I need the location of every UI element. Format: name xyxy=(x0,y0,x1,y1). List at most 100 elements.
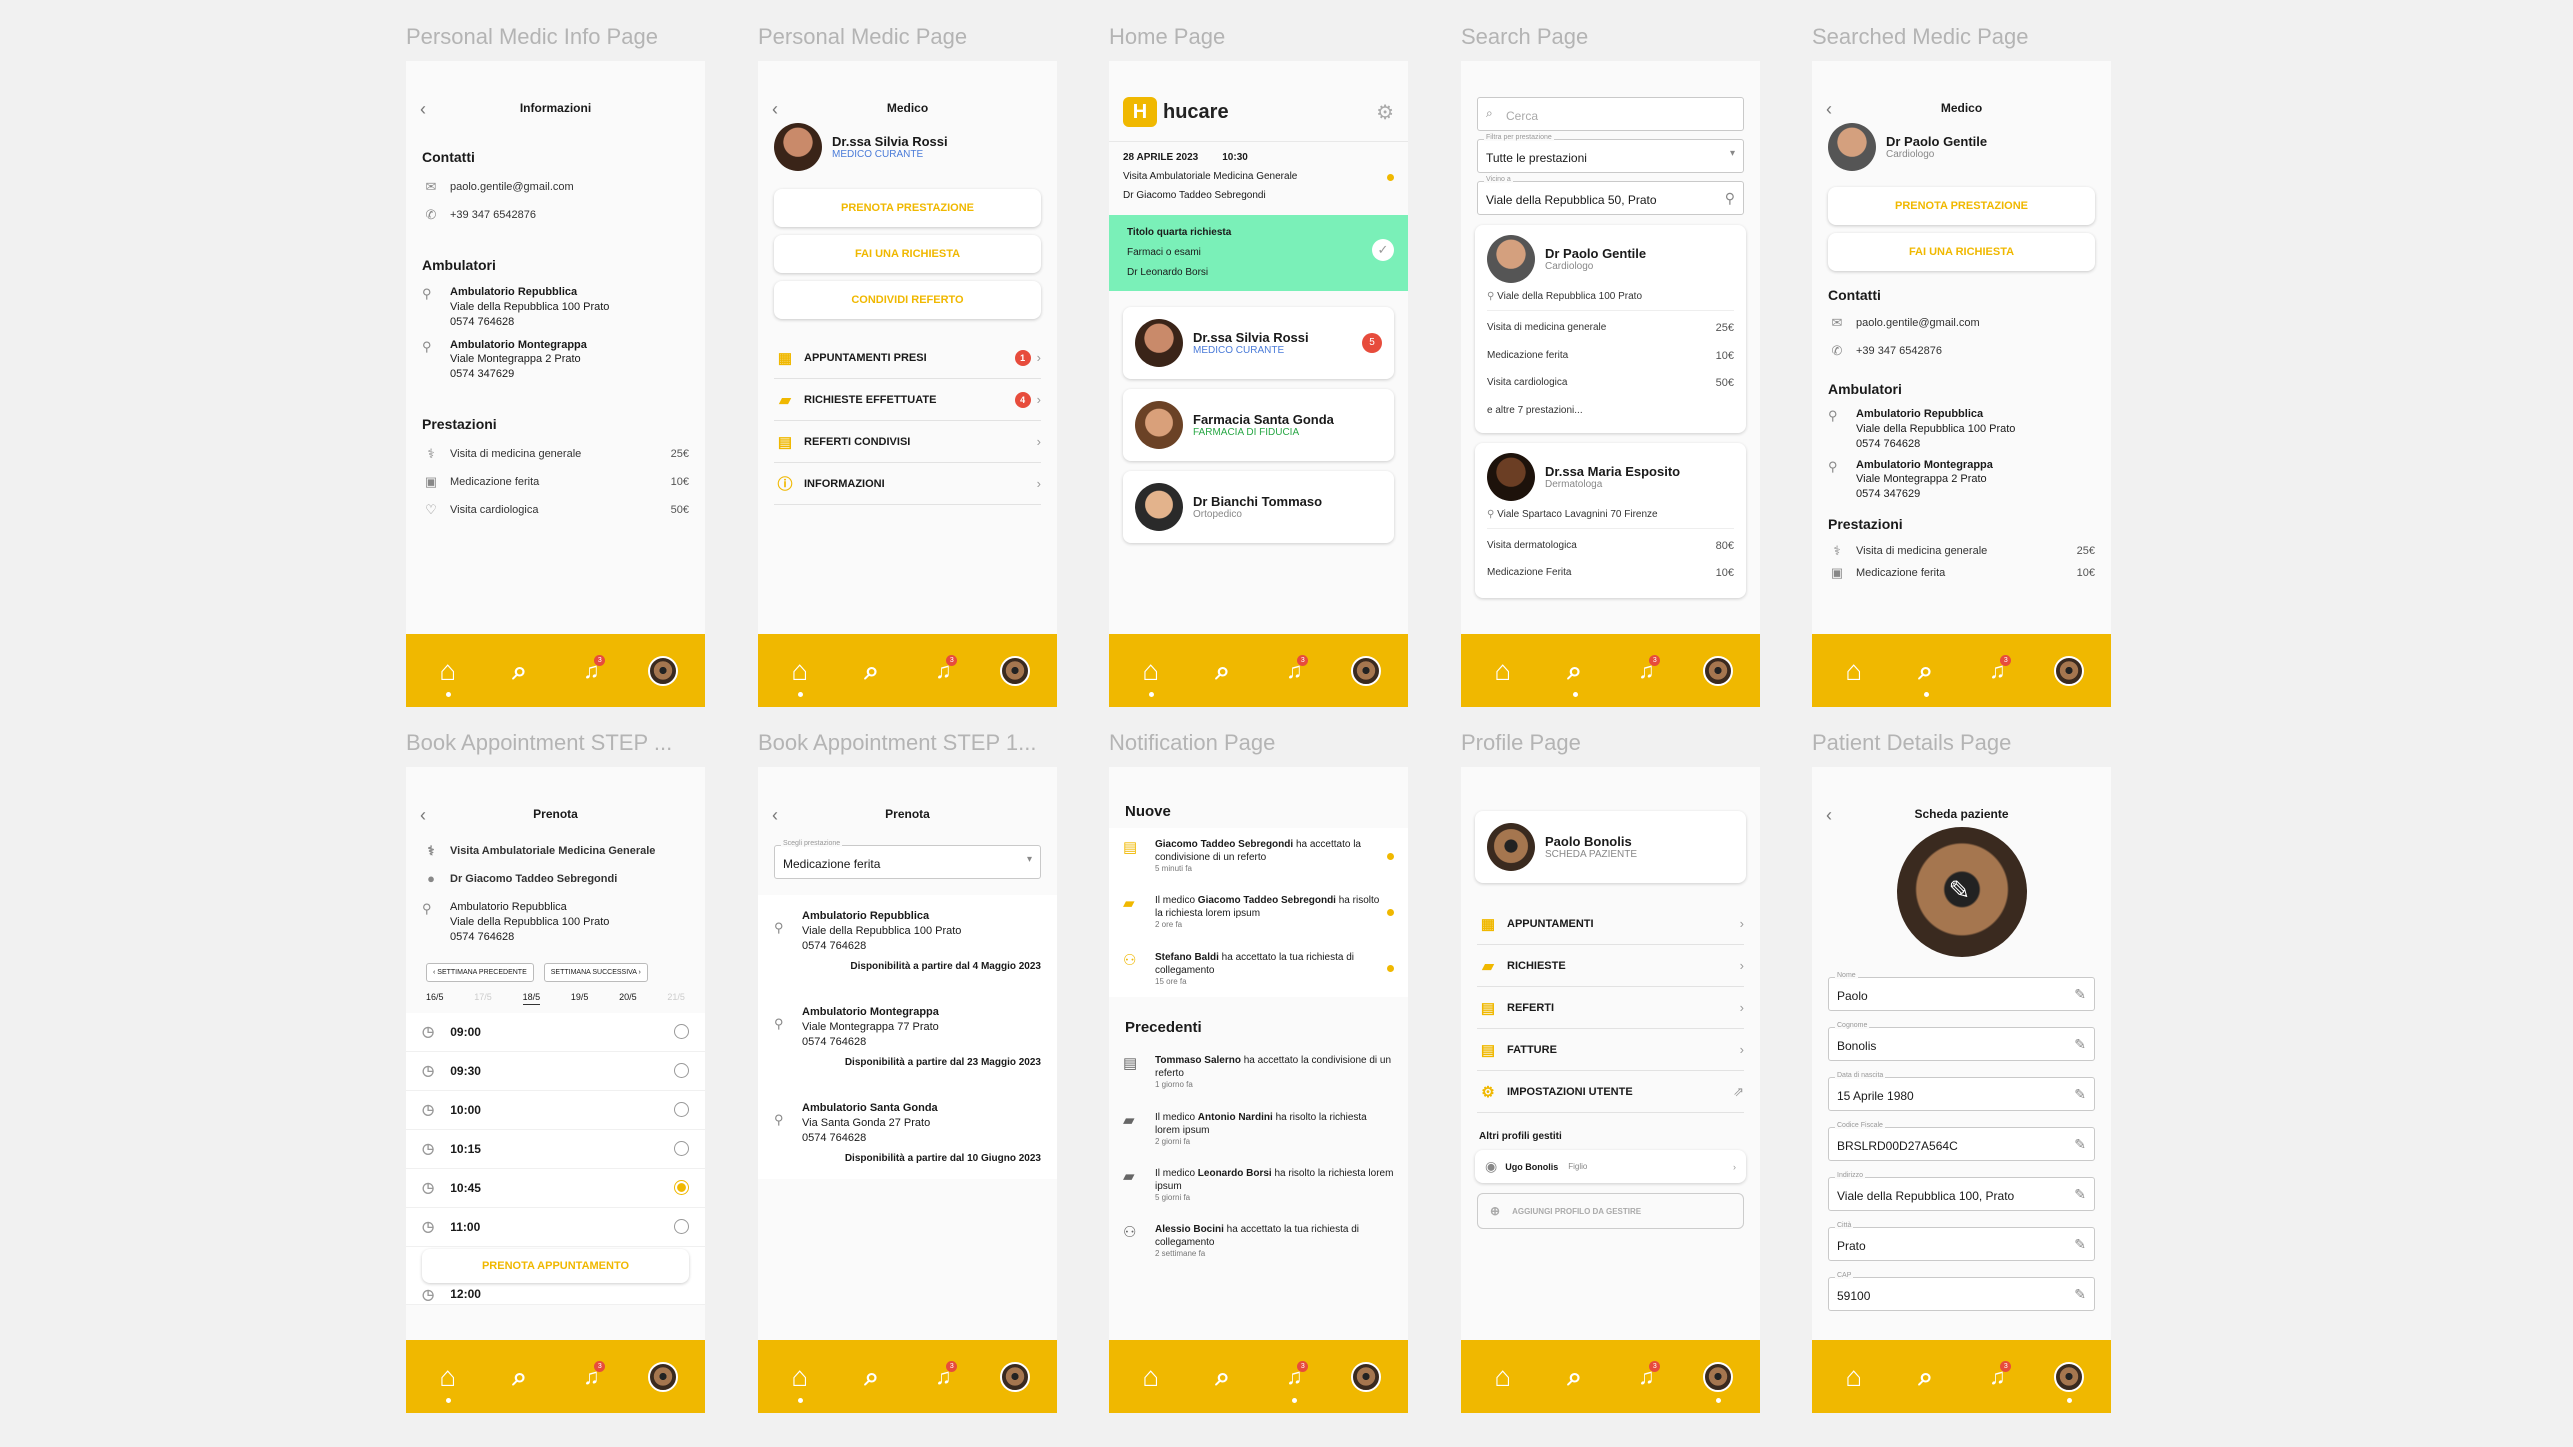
nav-home[interactable]: ⌂ xyxy=(1131,651,1171,697)
nav-search[interactable]: ⌕ xyxy=(1906,651,1946,697)
edit-icon[interactable]: ✎ xyxy=(2074,1086,2086,1103)
phone[interactable]: +39 347 6542876 xyxy=(450,209,536,221)
back-icon[interactable]: ‹ xyxy=(420,99,426,120)
nav-bell[interactable]: ♫ 3 xyxy=(1274,1357,1314,1403)
notification-item[interactable]: ▰ Il medico Antonio Nardini ha risolto la… xyxy=(1109,1101,1408,1157)
confirm-booking-button[interactable]: PRENOTA APPUNTAMENTO xyxy=(422,1248,689,1283)
nav-home[interactable]: ⌂ xyxy=(780,651,820,697)
radio-button[interactable] xyxy=(674,1219,689,1235)
patient-field[interactable]: Nome Paolo ✎ xyxy=(1828,972,2095,1011)
notification-item[interactable]: ⚇ Stefano Baldi ha accettato la tua richi… xyxy=(1109,941,1408,997)
day-tab-selected[interactable]: 18/5 xyxy=(522,992,541,1005)
request-button[interactable]: FAI UNA RICHIESTA xyxy=(774,235,1041,273)
nav-bell[interactable]: ♫ 3 xyxy=(1274,651,1314,691)
time-slot[interactable]: ◷ 12:00 xyxy=(406,1285,705,1305)
nav-search[interactable]: ⌕ xyxy=(500,1357,540,1397)
menu-requests[interactable]: ▰ RICHIESTE › xyxy=(1477,945,1744,987)
add-profile-button[interactable]: ⊕ AGGIUNGI PROFILO DA GESTIRE xyxy=(1477,1193,1744,1229)
search-input[interactable]: ⌕ Cerca xyxy=(1477,97,1744,131)
profile-photo[interactable]: ✎ xyxy=(1896,827,2027,957)
menu-reports[interactable]: ▤ REFERTI CONDIVISI › xyxy=(774,421,1041,463)
time-slot[interactable]: ◷ 10:00 xyxy=(406,1091,705,1130)
doctor-card[interactable]: Dr.ssa Silvia Rossi MEDICO CURANTE 5 xyxy=(1123,307,1394,379)
notification-item[interactable]: ▤ Giacomo Taddeo Sebregondi ha accettato … xyxy=(1109,828,1408,884)
location-field[interactable]: Vicino a Viale della Repubblica 50, Prato… xyxy=(1477,176,1744,215)
clinic-option[interactable]: ⚲ Ambulatorio Repubblica Viale della Repub… xyxy=(758,901,1057,981)
notification-item[interactable]: ▰ Il medico Leonardo Borsi ha risolto la … xyxy=(1109,1157,1408,1213)
nav-bell[interactable]: ♫ 3 xyxy=(1977,1357,2017,1397)
nav-profile[interactable] xyxy=(995,1357,1035,1397)
email[interactable]: paolo.gentile@gmail.com xyxy=(1856,317,1980,329)
next-week-button[interactable]: SETTIMANA SUCCESSIVA › xyxy=(543,962,648,982)
menu-requests[interactable]: ▰ RICHIESTE EFFETTUATE 4 › xyxy=(774,379,1041,421)
clinic-option[interactable]: ⚲ Ambulatorio Santa Gonda Via Santa Gonda … xyxy=(758,1093,1057,1173)
menu-appointments[interactable]: ▦ APPUNTAMENTI › xyxy=(1477,903,1744,945)
nav-bell[interactable]: ♫ 3 xyxy=(1626,1357,1666,1397)
back-icon[interactable]: ‹ xyxy=(772,99,778,120)
patient-field[interactable]: Cognome Bonolis ✎ xyxy=(1828,1022,2095,1061)
edit-photo-icon[interactable]: ✎ xyxy=(1949,875,1971,906)
share-report-button[interactable]: CONDIVIDI REFERTO xyxy=(774,281,1041,319)
notification-item[interactable]: ▰ Il medico Giacomo Taddeo Sebregondi ha … xyxy=(1109,884,1408,940)
prev-week-button[interactable]: ‹ SETTIMANA PRECEDENTE xyxy=(426,962,534,982)
nav-search[interactable]: ⌕ xyxy=(1906,1357,1946,1397)
nav-bell[interactable]: ♫ 3 xyxy=(1626,651,1666,691)
nav-search[interactable]: ⌕ xyxy=(500,651,540,691)
radio-button-selected[interactable] xyxy=(674,1180,689,1196)
gear-icon[interactable]: ⚙ xyxy=(1376,100,1394,125)
nav-profile[interactable] xyxy=(1346,651,1386,691)
time-slot[interactable]: ◷ 09:30 xyxy=(406,1052,705,1091)
patient-field[interactable]: Città Prato ✎ xyxy=(1828,1222,2095,1261)
nav-home[interactable]: ⌂ xyxy=(1483,651,1523,691)
back-icon[interactable]: ‹ xyxy=(772,805,778,826)
time-slot[interactable]: ◷ 10:15 xyxy=(406,1130,705,1169)
result-card[interactable]: Dr.ssa Maria Esposito Dermatologa ⚲ Viale… xyxy=(1475,442,1746,598)
pharmacy-card[interactable]: Farmacia Santa Gonda FARMACIA DI FIDUCIA xyxy=(1123,389,1394,461)
day-tab[interactable]: 19/5 xyxy=(571,992,589,1005)
notification-item[interactable]: ▤ Tommaso Salerno ha accettato la condivi… xyxy=(1109,1044,1408,1100)
nav-profile[interactable] xyxy=(995,651,1035,691)
time-slot-selected[interactable]: ◷ 10:45 xyxy=(406,1169,705,1208)
menu-reports[interactable]: ▤ REFERTI › xyxy=(1477,987,1744,1029)
day-tab[interactable]: 16/5 xyxy=(426,992,444,1005)
nav-profile[interactable] xyxy=(1698,1357,1738,1403)
nav-home[interactable]: ⌂ xyxy=(1834,651,1874,691)
edit-icon[interactable]: ✎ xyxy=(2074,986,2086,1003)
nav-profile[interactable] xyxy=(1346,1357,1386,1397)
service-select[interactable]: Scegli prestazione Medicazione ferita ▾ xyxy=(774,840,1041,879)
patient-field[interactable]: Codice Fiscale BRSLRD00D27A564C ✎ xyxy=(1828,1122,2095,1161)
menu-invoices[interactable]: ▤ FATTURE › xyxy=(1477,1029,1744,1071)
nav-home[interactable]: ⌂ xyxy=(1834,1357,1874,1397)
radio-button[interactable] xyxy=(674,1024,689,1040)
radio-button[interactable] xyxy=(674,1063,689,1079)
back-icon[interactable]: ‹ xyxy=(1826,99,1832,120)
request-button[interactable]: FAI UNA RICHIESTA xyxy=(1828,233,2095,271)
patient-field[interactable]: Data di nascita 15 Aprile 1980 ✎ xyxy=(1828,1072,2095,1111)
nav-bell[interactable]: ♫ 3 xyxy=(1977,651,2017,691)
nav-profile[interactable] xyxy=(643,651,683,691)
clinic-option[interactable]: ⚲ Ambulatorio Montegrappa Viale Montegrapp… xyxy=(758,997,1057,1077)
menu-appointments[interactable]: ▦ APPUNTAMENTI PRESI 1 › xyxy=(774,337,1041,379)
time-slot[interactable]: ◷ 09:00 xyxy=(406,1013,705,1052)
phone[interactable]: +39 347 6542876 xyxy=(1856,345,1942,357)
nav-search[interactable]: ⌕ xyxy=(1203,651,1243,691)
time-slot[interactable]: ◷ 11:00 xyxy=(406,1208,705,1247)
menu-settings[interactable]: ⚙ IMPOSTAZIONI UTENTE ⇗ xyxy=(1477,1071,1744,1113)
nav-search[interactable]: ⌕ xyxy=(1203,1357,1243,1397)
edit-icon[interactable]: ✎ xyxy=(2074,1286,2086,1303)
nav-profile[interactable] xyxy=(1698,651,1738,691)
nav-home[interactable]: ⌂ xyxy=(1483,1357,1523,1397)
filter-select[interactable]: Filtra per prestazione Tutte le prestazio… xyxy=(1477,134,1744,173)
nav-profile[interactable] xyxy=(2049,651,2089,691)
nav-bell[interactable]: ♫ 3 xyxy=(923,651,963,691)
notification-item[interactable]: ⚇ Alessio Bocini ha accettato la tua rich… xyxy=(1109,1213,1408,1269)
nav-home[interactable]: ⌂ xyxy=(1131,1357,1171,1397)
nav-search[interactable]: ⌕ xyxy=(1555,651,1595,697)
back-icon[interactable]: ‹ xyxy=(1826,805,1832,826)
profile-card[interactable]: Paolo Bonolis SCHEDA PAZIENTE xyxy=(1475,811,1746,883)
menu-info[interactable]: ⓘ INFORMAZIONI › xyxy=(774,463,1041,505)
book-button[interactable]: PRENOTA PRESTAZIONE xyxy=(1828,187,2095,225)
nav-profile[interactable] xyxy=(643,1357,683,1397)
patient-field[interactable]: CAP 59100 ✎ xyxy=(1828,1272,2095,1311)
day-tab[interactable]: 20/5 xyxy=(619,992,637,1005)
